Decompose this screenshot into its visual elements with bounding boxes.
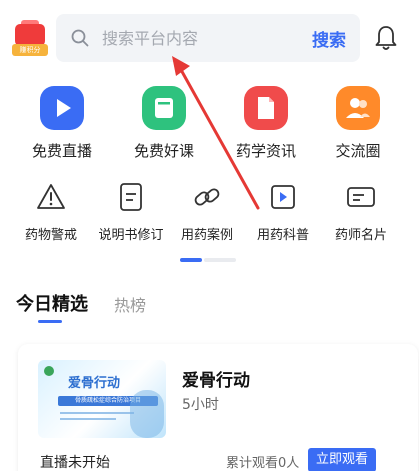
- sub-item-pharmacovigilance[interactable]: 药物警戒: [10, 180, 92, 244]
- live-status: 直播未开始: [40, 455, 110, 471]
- menu-item-news[interactable]: 药学资讯: [214, 86, 318, 166]
- menu-label: 交流圈: [335, 142, 381, 160]
- bone-joint-illustration: [130, 390, 164, 438]
- active-tab-indicator: [38, 320, 62, 323]
- warning-icon: [37, 184, 65, 209]
- tab-today-picks[interactable]: 今日精选: [16, 290, 88, 316]
- link-icon: [194, 188, 220, 206]
- manual-icon: [120, 183, 142, 211]
- live-thumbnail: 爱骨行动 骨质疏松症综合防治项目: [38, 360, 166, 438]
- menu-label: 免费直播: [31, 142, 92, 160]
- sub-item-science[interactable]: 用药科普: [242, 180, 324, 244]
- document-icon: [244, 86, 288, 130]
- view-count: 累计观看0人: [226, 456, 300, 471]
- sub-menu-label: 说明书修订: [98, 228, 164, 243]
- org-logo-icon: [44, 366, 54, 376]
- sub-item-cases[interactable]: 用药案例: [166, 180, 248, 244]
- live-title: 爱骨行动: [182, 371, 250, 391]
- thumbnail-title: 爱骨行动: [68, 376, 121, 391]
- search-input[interactable]: [102, 24, 292, 52]
- sub-menu-label: 用药科普: [256, 228, 309, 243]
- points-wallet-icon[interactable]: 赚积分: [12, 20, 48, 56]
- main-menu: 免费直播 免费好课 药学资讯 交流圈: [0, 86, 419, 166]
- watch-now-button[interactable]: 立即观看: [308, 448, 376, 471]
- search-icon: [71, 29, 89, 47]
- search-button[interactable]: 搜索: [312, 26, 346, 51]
- sub-item-manual-revision[interactable]: 说明书修订: [90, 180, 172, 244]
- sub-item-pharmacist-card[interactable]: 药师名片: [320, 180, 402, 244]
- sub-menu-label: 药师名片: [334, 228, 387, 243]
- live-duration: 5小时: [182, 397, 219, 413]
- top-bar: 赚积分 搜索: [0, 0, 419, 76]
- content-tabs: 今日精选 热榜: [0, 286, 419, 326]
- page-indicator: [180, 258, 236, 262]
- sub-menu: 药物警戒 说明书修订 用药案例 用药科普 药师名片: [0, 180, 419, 244]
- tab-hot-list[interactable]: 热榜: [114, 292, 146, 316]
- live-card[interactable]: 爱骨行动 骨质疏松症综合防治项目 爱骨行动 5小时 直播未开始 累计观看0人 立…: [18, 344, 418, 471]
- wallet-badge-label: 赚积分: [12, 44, 48, 56]
- sub-menu-label: 药物警戒: [24, 228, 77, 243]
- people-icon: [336, 86, 380, 130]
- card-icon: [347, 187, 375, 207]
- video-icon: [271, 185, 295, 209]
- menu-label: 免费好课: [133, 142, 194, 160]
- menu-item-live[interactable]: 免费直播: [10, 86, 114, 166]
- menu-label: 药学资讯: [235, 142, 296, 160]
- play-icon: [40, 86, 84, 130]
- book-icon: [142, 86, 186, 130]
- sub-menu-label: 用药案例: [180, 228, 233, 243]
- bell-icon[interactable]: [374, 24, 398, 52]
- search-box[interactable]: 搜索: [56, 14, 360, 62]
- menu-item-courses[interactable]: 免费好课: [112, 86, 216, 166]
- menu-item-community[interactable]: 交流圈: [306, 86, 410, 166]
